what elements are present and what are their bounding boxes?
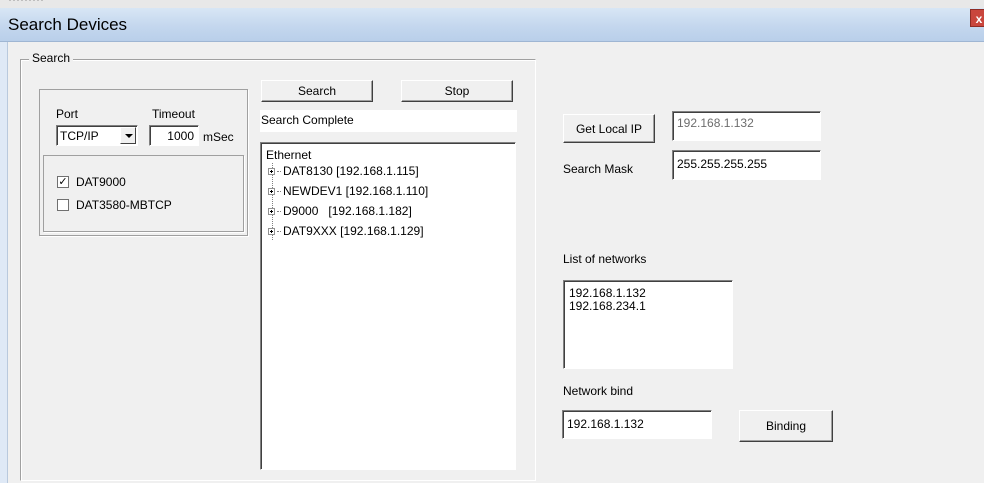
- dat3580-label: DAT3580-MBTCP: [76, 198, 172, 212]
- background-window-title: ·········: [8, 0, 44, 6]
- tree-item[interactable]: DAT8130 [192.168.1.115]: [268, 164, 419, 178]
- tree-item[interactable]: D9000 [192.168.1.182]: [268, 204, 412, 218]
- search-mask-value: 255.255.255.255: [677, 157, 768, 171]
- dat9000-label: DAT9000: [76, 175, 126, 189]
- search-button[interactable]: Search: [261, 80, 373, 102]
- search-mask-label: Search Mask: [563, 162, 634, 176]
- local-ip-value: 192.168.1.132: [677, 116, 754, 130]
- expand-plus-icon[interactable]: [268, 228, 275, 236]
- port-combobox[interactable]: TCP/IP: [56, 125, 138, 146]
- tree-item-label: DAT8130 [192.168.1.115]: [283, 164, 419, 178]
- get-local-ip-button[interactable]: Get Local IP: [563, 114, 655, 143]
- tree-item[interactable]: DAT9XXX [192.168.1.129]: [268, 224, 424, 238]
- tree-item-label: D9000 [192.168.1.182]: [283, 204, 412, 218]
- networks-listbox[interactable]: 192.168.1.132 192.168.234.1: [563, 280, 733, 369]
- window-frame-left: [0, 42, 8, 483]
- status-text: Search Complete: [261, 113, 354, 127]
- title-bar[interactable]: Search Devices: [0, 8, 984, 42]
- tree-item[interactable]: NEWDEV1 [192.168.1.110]: [268, 184, 428, 198]
- check-mark-icon: ✓: [58, 176, 68, 188]
- binding-button[interactable]: Binding: [739, 410, 833, 442]
- local-ip-field[interactable]: 192.168.1.132: [672, 111, 821, 141]
- chevron-down-icon[interactable]: [120, 127, 136, 144]
- network-bind-label: Network bind: [563, 384, 634, 398]
- networks-label: List of networks: [563, 252, 647, 266]
- status-field: Search Complete: [260, 110, 517, 132]
- timeout-input[interactable]: 1000: [149, 125, 199, 146]
- network-bind-value: 192.168.1.132: [567, 417, 644, 431]
- expand-plus-icon[interactable]: [268, 168, 275, 176]
- port-label: Port: [56, 107, 79, 121]
- port-value: TCP/IP: [60, 129, 99, 143]
- search-mask-input[interactable]: 255.255.255.255: [672, 150, 821, 180]
- dat3580-checkbox[interactable]: [57, 199, 69, 211]
- close-icon[interactable]: x: [970, 9, 984, 27]
- expand-plus-icon[interactable]: [268, 188, 275, 196]
- timeout-label: Timeout: [152, 107, 195, 121]
- tree-item-label: DAT9XXX [192.168.1.129]: [283, 224, 424, 238]
- tree-item-label: NEWDEV1 [192.168.1.110]: [283, 184, 429, 198]
- stop-button[interactable]: Stop: [401, 80, 513, 102]
- timeout-unit: mSec: [203, 130, 234, 144]
- expand-plus-icon[interactable]: [268, 208, 275, 216]
- list-item[interactable]: 192.168.234.1: [569, 300, 732, 313]
- tree-root-ethernet[interactable]: Ethernet: [266, 148, 311, 162]
- dat9000-checkbox[interactable]: ✓: [57, 176, 69, 188]
- device-tree[interactable]: Ethernet DAT8130 [192.168.1.115] NEWDEV1…: [260, 142, 516, 470]
- window-title: Search Devices: [8, 15, 128, 34]
- network-bind-input[interactable]: 192.168.1.132: [562, 410, 712, 439]
- device-type-panel: [43, 155, 244, 232]
- search-group-label: Search: [29, 51, 74, 65]
- timeout-value: 1000: [167, 129, 194, 143]
